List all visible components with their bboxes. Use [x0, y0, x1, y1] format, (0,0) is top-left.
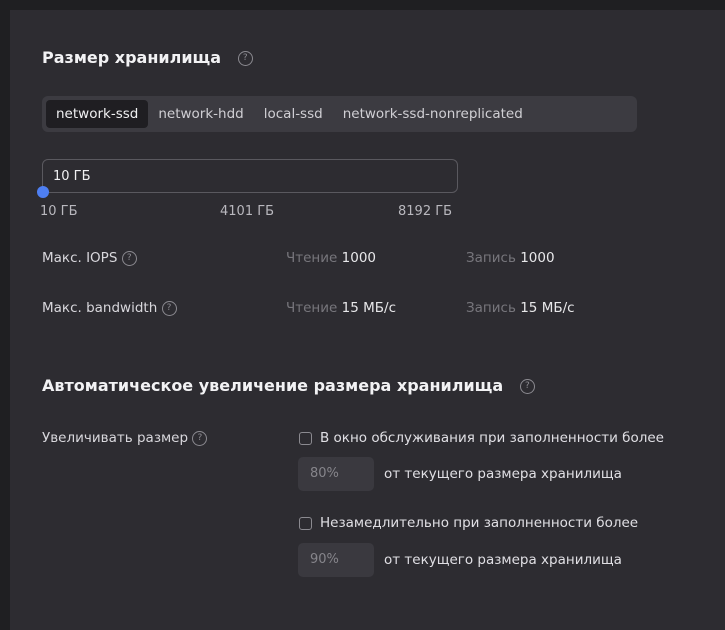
help-icon[interactable]: ? — [519, 379, 535, 394]
slider-max-label: 8192 ГБ — [398, 204, 453, 219]
maintenance-window-label: В окно обслуживания при заполненности бо… — [320, 430, 664, 446]
maintenance-threshold-suffix: от текущего размера хранилища — [384, 466, 622, 482]
iops-label-row: Макс. IOPS ? — [42, 250, 137, 266]
size-slider-handle[interactable] — [37, 186, 49, 198]
iops-label: Макс. IOPS — [42, 250, 118, 266]
bandwidth-label: Макс. bandwidth — [42, 300, 158, 316]
maintenance-threshold-input[interactable]: 80% — [298, 457, 374, 491]
iops-read-value: 1000 — [341, 250, 376, 266]
bandwidth-write: Запись 15 МБ/с — [466, 300, 575, 316]
tab-network-ssd[interactable]: network-ssd — [46, 100, 149, 128]
slider-mid-label: 4101 ГБ — [220, 204, 275, 219]
bandwidth-read-value: 15 МБ/с — [341, 300, 396, 316]
maintenance-window-checkbox[interactable] — [299, 432, 312, 445]
disk-type-tabs: network-ssd network-hdd local-ssd networ… — [42, 96, 637, 132]
iops-read: Чтение 1000 — [286, 250, 376, 266]
storage-size-input[interactable]: 10 ГБ — [42, 159, 458, 193]
storage-size-heading: Размер хранилища ? — [42, 48, 253, 67]
help-icon[interactable]: ? — [237, 51, 253, 66]
outer-strip — [0, 0, 10, 630]
help-icon[interactable]: ? — [192, 430, 208, 446]
slider-min-label: 10 ГБ — [40, 204, 78, 219]
help-icon[interactable]: ? — [121, 250, 137, 266]
help-icon[interactable]: ? — [161, 300, 177, 316]
iops-write: Запись 1000 — [466, 250, 555, 266]
storage-size-title: Размер хранилища — [42, 48, 222, 67]
iops-read-label: Чтение — [286, 250, 338, 266]
increase-size-label: Увеличивать размер — [42, 430, 189, 446]
iops-write-value: 1000 — [520, 250, 555, 266]
immediate-threshold-suffix: от текущего размера хранилища — [384, 552, 622, 568]
bandwidth-label-row: Макс. bandwidth ? — [42, 300, 177, 316]
immediate-checkbox[interactable] — [299, 517, 312, 530]
autogrow-heading: Автоматическое увеличение размера хранил… — [42, 376, 535, 395]
bandwidth-write-label: Запись — [466, 300, 516, 316]
bandwidth-write-value: 15 МБ/с — [520, 300, 575, 316]
tab-local-ssd[interactable]: local-ssd — [254, 100, 333, 128]
immediate-threshold-input[interactable]: 90% — [298, 543, 374, 577]
tab-network-ssd-nonreplicated[interactable]: network-ssd-nonreplicated — [333, 100, 533, 128]
tab-network-hdd[interactable]: network-hdd — [148, 100, 253, 128]
autogrow-title: Автоматическое увеличение размера хранил… — [42, 376, 504, 395]
bandwidth-read-label: Чтение — [286, 300, 338, 316]
iops-write-label: Запись — [466, 250, 516, 266]
top-band — [0, 0, 725, 10]
immediate-label: Незамедлительно при заполненности более — [320, 515, 639, 531]
increase-size-label-row: Увеличивать размер ? — [42, 430, 208, 446]
bandwidth-read: Чтение 15 МБ/с — [286, 300, 396, 316]
